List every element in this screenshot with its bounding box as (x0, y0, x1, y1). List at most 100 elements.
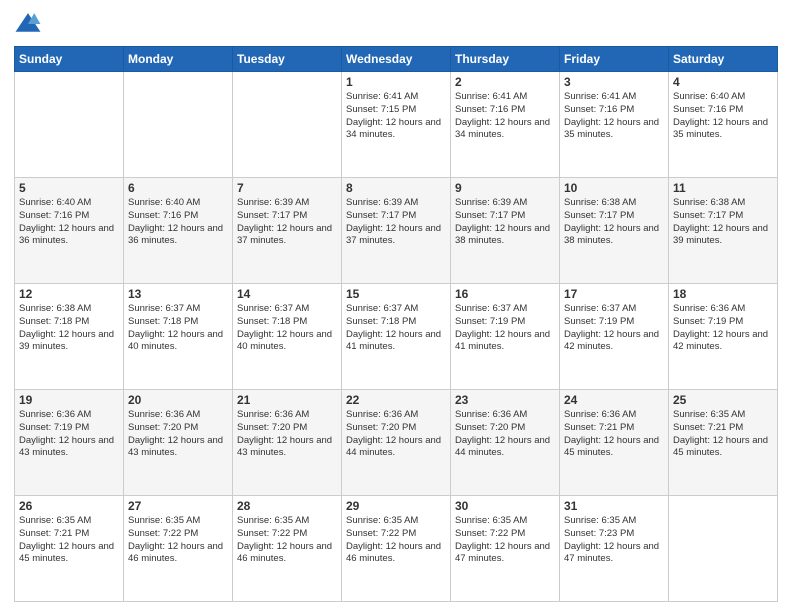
day-number: 30 (455, 499, 555, 513)
day-info: Sunrise: 6:35 AM Sunset: 7:21 PM Dayligh… (673, 409, 773, 460)
day-number: 11 (673, 181, 773, 195)
header (14, 10, 778, 38)
day-number: 13 (128, 287, 228, 301)
day-number: 24 (564, 393, 664, 407)
day-info: Sunrise: 6:38 AM Sunset: 7:18 PM Dayligh… (19, 303, 119, 354)
calendar-cell: 2 Sunrise: 6:41 AM Sunset: 7:16 PM Daylig… (451, 72, 560, 178)
calendar-cell: 26 Sunrise: 6:35 AM Sunset: 7:21 PM Dayli… (15, 496, 124, 602)
day-info: Sunrise: 6:37 AM Sunset: 7:19 PM Dayligh… (564, 303, 664, 354)
calendar-cell: 31 Sunrise: 6:35 AM Sunset: 7:23 PM Dayli… (560, 496, 669, 602)
calendar-table: SundayMondayTuesdayWednesdayThursdayFrid… (14, 46, 778, 602)
day-number: 14 (237, 287, 337, 301)
day-info: Sunrise: 6:37 AM Sunset: 7:18 PM Dayligh… (346, 303, 446, 354)
day-info: Sunrise: 6:36 AM Sunset: 7:20 PM Dayligh… (237, 409, 337, 460)
day-number: 8 (346, 181, 446, 195)
day-of-week-header: Friday (560, 47, 669, 72)
day-info: Sunrise: 6:37 AM Sunset: 7:18 PM Dayligh… (237, 303, 337, 354)
day-number: 12 (19, 287, 119, 301)
calendar-cell: 7Sunrise: 6:39 AM Sunset: 7:17 PM Daylig… (233, 178, 342, 284)
day-number: 19 (19, 393, 119, 407)
day-number: 20 (128, 393, 228, 407)
day-number: 6 (128, 181, 228, 195)
day-info: Sunrise: 6:35 AM Sunset: 7:23 PM Dayligh… (564, 515, 664, 566)
day-info: Sunrise: 6:41 AM Sunset: 7:16 PM Dayligh… (564, 91, 664, 142)
day-info: Sunrise: 6:36 AM Sunset: 7:21 PM Dayligh… (564, 409, 664, 460)
day-of-week-header: Saturday (669, 47, 778, 72)
calendar-cell: 11 Sunrise: 6:38 AM Sunset: 7:17 PM Dayli… (669, 178, 778, 284)
day-info: Sunrise: 6:41 AM Sunset: 7:16 PM Dayligh… (455, 91, 555, 142)
day-number: 28 (237, 499, 337, 513)
calendar-cell: 22Sunrise: 6:36 AM Sunset: 7:20 PM Dayli… (342, 390, 451, 496)
day-info: Sunrise: 6:36 AM Sunset: 7:20 PM Dayligh… (455, 409, 555, 460)
calendar-cell: 4Sunrise: 6:40 AM Sunset: 7:16 PM Daylig… (669, 72, 778, 178)
day-number: 27 (128, 499, 228, 513)
calendar-cell: 12 Sunrise: 6:38 AM Sunset: 7:18 PM Dayli… (15, 284, 124, 390)
calendar-cell: 3 Sunrise: 6:41 AM Sunset: 7:16 PM Daylig… (560, 72, 669, 178)
day-info: Sunrise: 6:36 AM Sunset: 7:19 PM Dayligh… (673, 303, 773, 354)
calendar-cell: 6 Sunrise: 6:40 AM Sunset: 7:16 PM Daylig… (124, 178, 233, 284)
calendar-cell (669, 496, 778, 602)
day-of-week-header: Tuesday (233, 47, 342, 72)
day-info: Sunrise: 6:39 AM Sunset: 7:17 PM Dayligh… (455, 197, 555, 248)
calendar-cell: 16Sunrise: 6:37 AM Sunset: 7:19 PM Dayli… (451, 284, 560, 390)
day-number: 21 (237, 393, 337, 407)
calendar-cell: 5Sunrise: 6:40 AM Sunset: 7:16 PM Daylig… (15, 178, 124, 284)
day-info: Sunrise: 6:35 AM Sunset: 7:22 PM Dayligh… (237, 515, 337, 566)
calendar-cell: 21 Sunrise: 6:36 AM Sunset: 7:20 PM Dayli… (233, 390, 342, 496)
day-info: Sunrise: 6:38 AM Sunset: 7:17 PM Dayligh… (564, 197, 664, 248)
day-of-week-header: Wednesday (342, 47, 451, 72)
calendar-cell (15, 72, 124, 178)
calendar-cell: 10 Sunrise: 6:38 AM Sunset: 7:17 PM Dayli… (560, 178, 669, 284)
day-number: 31 (564, 499, 664, 513)
day-info: Sunrise: 6:40 AM Sunset: 7:16 PM Dayligh… (128, 197, 228, 248)
calendar-week-row: 19Sunrise: 6:36 AM Sunset: 7:19 PM Dayli… (15, 390, 778, 496)
calendar-week-row: 12 Sunrise: 6:38 AM Sunset: 7:18 PM Dayli… (15, 284, 778, 390)
day-info: Sunrise: 6:37 AM Sunset: 7:19 PM Dayligh… (455, 303, 555, 354)
day-number: 29 (346, 499, 446, 513)
day-of-week-header: Thursday (451, 47, 560, 72)
calendar-cell: 9Sunrise: 6:39 AM Sunset: 7:17 PM Daylig… (451, 178, 560, 284)
calendar-header: SundayMondayTuesdayWednesdayThursdayFrid… (15, 47, 778, 72)
calendar-cell (233, 72, 342, 178)
header-row: SundayMondayTuesdayWednesdayThursdayFrid… (15, 47, 778, 72)
calendar-cell: 13Sunrise: 6:37 AM Sunset: 7:18 PM Dayli… (124, 284, 233, 390)
calendar-cell: 1Sunrise: 6:41 AM Sunset: 7:15 PM Daylig… (342, 72, 451, 178)
calendar-cell: 23 Sunrise: 6:36 AM Sunset: 7:20 PM Dayli… (451, 390, 560, 496)
calendar-cell: 20 Sunrise: 6:36 AM Sunset: 7:20 PM Dayli… (124, 390, 233, 496)
day-info: Sunrise: 6:38 AM Sunset: 7:17 PM Dayligh… (673, 197, 773, 248)
day-info: Sunrise: 6:35 AM Sunset: 7:22 PM Dayligh… (455, 515, 555, 566)
day-number: 2 (455, 75, 555, 89)
day-number: 26 (19, 499, 119, 513)
calendar-cell: 29 Sunrise: 6:35 AM Sunset: 7:22 PM Dayli… (342, 496, 451, 602)
day-number: 3 (564, 75, 664, 89)
calendar-cell: 15 Sunrise: 6:37 AM Sunset: 7:18 PM Dayli… (342, 284, 451, 390)
day-number: 18 (673, 287, 773, 301)
day-number: 15 (346, 287, 446, 301)
day-of-week-header: Monday (124, 47, 233, 72)
calendar-cell: 17Sunrise: 6:37 AM Sunset: 7:19 PM Dayli… (560, 284, 669, 390)
day-number: 23 (455, 393, 555, 407)
calendar-cell: 18 Sunrise: 6:36 AM Sunset: 7:19 PM Dayli… (669, 284, 778, 390)
calendar-week-row: 26 Sunrise: 6:35 AM Sunset: 7:21 PM Dayli… (15, 496, 778, 602)
calendar-cell: 27 Sunrise: 6:35 AM Sunset: 7:22 PM Dayli… (124, 496, 233, 602)
day-info: Sunrise: 6:35 AM Sunset: 7:22 PM Dayligh… (346, 515, 446, 566)
calendar-cell: 8Sunrise: 6:39 AM Sunset: 7:17 PM Daylig… (342, 178, 451, 284)
day-info: Sunrise: 6:36 AM Sunset: 7:20 PM Dayligh… (128, 409, 228, 460)
calendar-cell: 25 Sunrise: 6:35 AM Sunset: 7:21 PM Dayli… (669, 390, 778, 496)
day-number: 4 (673, 75, 773, 89)
day-info: Sunrise: 6:35 AM Sunset: 7:21 PM Dayligh… (19, 515, 119, 566)
calendar-cell: 24 Sunrise: 6:36 AM Sunset: 7:21 PM Dayli… (560, 390, 669, 496)
calendar-week-row: 1Sunrise: 6:41 AM Sunset: 7:15 PM Daylig… (15, 72, 778, 178)
day-number: 10 (564, 181, 664, 195)
day-number: 7 (237, 181, 337, 195)
calendar-cell (124, 72, 233, 178)
logo (14, 10, 46, 38)
day-info: Sunrise: 6:35 AM Sunset: 7:22 PM Dayligh… (128, 515, 228, 566)
calendar-body: 1Sunrise: 6:41 AM Sunset: 7:15 PM Daylig… (15, 72, 778, 602)
logo-icon (14, 10, 42, 38)
calendar-week-row: 5 Sunrise: 6:40 AM Sunset: 7:16 PM Daylig… (15, 178, 778, 284)
calendar-cell: 19Sunrise: 6:36 AM Sunset: 7:19 PM Dayli… (15, 390, 124, 496)
day-number: 25 (673, 393, 773, 407)
day-number: 5 (19, 181, 119, 195)
calendar-cell: 28 Sunrise: 6:35 AM Sunset: 7:22 PM Dayli… (233, 496, 342, 602)
